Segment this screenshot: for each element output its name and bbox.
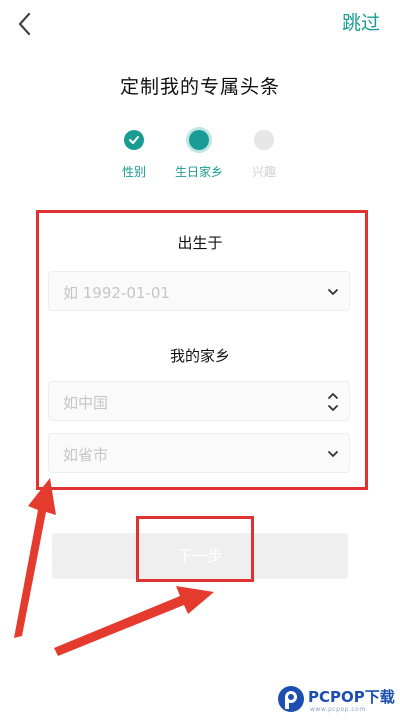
back-icon[interactable] [14, 10, 36, 38]
chevron-down-icon [328, 289, 338, 295]
step-3-todo-dot [254, 130, 274, 150]
step-2-current-dot [189, 130, 209, 150]
pcpop-logo-icon [278, 686, 304, 712]
step-label-gender: 性别 [121, 165, 146, 179]
check-icon [129, 136, 139, 144]
birth-label: 出生于 [177, 234, 223, 252]
province-placeholder: 如中国 [63, 394, 109, 412]
city-placeholder: 如省市 [63, 446, 109, 464]
hometown-label: 我的家乡 [169, 347, 230, 365]
step-indicator: 性别 生日家乡 兴趣 [0, 125, 400, 185]
watermark-url: www.pcpop.com [310, 706, 366, 713]
annotation-arrow-right-icon [54, 586, 214, 656]
annotation-frame-next-button [136, 516, 254, 582]
step-label-birthday-hometown: 生日家乡 [174, 165, 223, 179]
watermark-brand: PCPOP下载 [308, 688, 395, 706]
city-select[interactable]: 如省市 [48, 433, 350, 473]
page-title: 定制我的专属头条 [119, 76, 280, 98]
step-label-interests: 兴趣 [251, 165, 276, 179]
birth-date-placeholder: 如 1992-01-01 [63, 284, 170, 302]
province-select[interactable]: 如中国 [48, 381, 350, 421]
skip-button[interactable]: 跳过 [320, 8, 380, 38]
up-down-chevron-icon [328, 393, 338, 411]
annotation-arrow-up-icon [14, 478, 56, 638]
watermark: PCPOP下载 www.pcpop.com [272, 682, 400, 720]
step-1-done-dot [124, 130, 144, 150]
birth-date-select[interactable]: 如 1992-01-01 [48, 271, 350, 311]
chevron-down-icon [328, 451, 338, 457]
